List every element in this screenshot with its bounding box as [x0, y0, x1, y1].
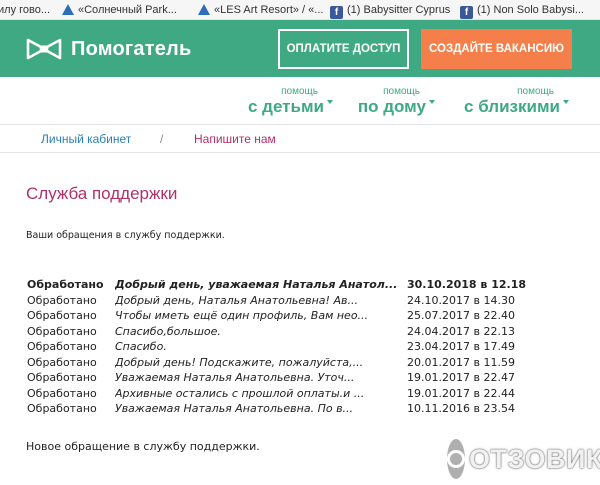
site-logo[interactable]: Помогатель [26, 37, 191, 61]
otzovik-watermark: ОТЗОВИК [447, 438, 600, 480]
breadcrumb: Личный кабинет / Напишите нам [0, 125, 600, 153]
bookmark-label: «Солнечный Park... [78, 4, 177, 16]
ticket-date: 30.10.2018 в 12.18 [407, 278, 527, 292]
bookmark-label: илу гово... [0, 4, 51, 16]
bow-tie-icon [26, 38, 62, 60]
nav-help-children[interactable]: помощь с детьми [247, 86, 333, 117]
facebook-icon: f [460, 6, 473, 19]
table-row[interactable]: Обработано Спасибо,большое. 24.04.2017 в… [27, 324, 547, 340]
chevron-down-icon [429, 100, 435, 104]
watermark-logo-icon [447, 439, 465, 479]
facebook-icon: f [330, 6, 343, 19]
ticket-subject-link[interactable]: Чтобы иметь ещё один профиль, Вам нео... [115, 308, 407, 324]
ticket-status: Обработано [27, 402, 97, 416]
table-row[interactable]: Обработано Уважаемая Наталья Анатольевна… [27, 370, 547, 386]
nav-big-label: по дому [357, 97, 426, 116]
table-row[interactable]: Обработано Чтобы иметь ещё один профиль,… [27, 308, 547, 324]
table-row[interactable]: Обработано Добрый день, уважаемая Наталь… [27, 277, 547, 293]
ticket-subject-link[interactable]: Архивные остались с прошлой оплаты.и ... [115, 386, 407, 402]
ticket-status: Обработано [27, 324, 97, 338]
nav-help-home[interactable]: помощь по дому [357, 86, 435, 117]
ticket-date: 19.01.2017 в 22.44 [407, 386, 515, 400]
table-row[interactable]: Обработано Добрый день, Наталья Анатолье… [27, 293, 547, 309]
ticket-subject-link[interactable]: Уважаемая Наталья Анатольевна. Уточ... [115, 370, 407, 386]
bookmark-item[interactable]: «Солнечный Park... [62, 3, 177, 17]
table-row[interactable]: Обработано Добрый день! Подскажите, пожа… [27, 355, 547, 371]
triangle-icon [198, 4, 210, 15]
ticket-subject-link[interactable]: Добрый день, уважаемая Наталья Анатол... [115, 277, 407, 293]
nav-big-label: с близкими [464, 97, 560, 116]
ticket-date: 23.04.2017 в 17.49 [407, 340, 515, 354]
breadcrumb-separator: / [160, 132, 164, 146]
ticket-subject-link[interactable]: Спасибо. [115, 339, 407, 355]
ticket-status: Обработано [27, 293, 97, 307]
bookmark-label: (1) Babysitter Cyprus [347, 4, 451, 16]
table-row[interactable]: Обработано Уважаемая Наталья Анатольевна… [27, 401, 547, 417]
ticket-date: 20.01.2017 в 11.59 [407, 355, 515, 369]
ticket-subject-link[interactable]: Спасибо,большое. [115, 324, 407, 340]
bookmark-item[interactable]: f (1) Babysitter Cyprus [330, 3, 451, 19]
ticket-subject-link[interactable]: Добрый день! Подскажите, пожалуйста,... [115, 355, 407, 371]
tickets-table: Обработано Добрый день, уважаемая Наталь… [27, 277, 547, 417]
ticket-status: Обработано [27, 355, 97, 369]
bookmark-label: «LES Art Resort» / «... [214, 4, 324, 16]
breadcrumb-cabinet-link[interactable]: Личный кабинет [41, 132, 131, 146]
logo-text: Помогатель [71, 37, 192, 60]
bookmarks-bar: илу гово... «Солнечный Park... «LES Art … [0, 0, 600, 20]
ticket-status: Обработано [27, 371, 97, 385]
ticket-status: Обработано [27, 340, 97, 354]
page-title: Служба поддержки [26, 184, 178, 203]
nav-small-label: помощь [517, 86, 554, 97]
chevron-down-icon [327, 100, 333, 104]
chevron-down-icon [563, 100, 569, 104]
ticket-date: 24.10.2017 в 14.30 [407, 293, 515, 307]
ticket-date: 25.07.2017 в 22.40 [407, 309, 515, 323]
page-subtitle: Ваши обращения в службу поддержки. [26, 230, 225, 241]
create-vacancy-button[interactable]: СОЗДАЙТЕ ВАКАНСИЮ [421, 29, 572, 69]
nav-big-label: с детьми [247, 97, 324, 116]
table-row[interactable]: Обработано Архивные остались с прошлой о… [27, 386, 547, 402]
nav-help-relatives[interactable]: помощь с близкими [464, 86, 569, 117]
breadcrumb-write-us[interactable]: Напишите нам [194, 132, 276, 146]
site-header: Помогатель ОПЛАТИТЕ ДОСТУП СОЗДАЙТЕ ВАКА… [0, 20, 600, 77]
help-nav: помощь с детьми помощь по дому помощь с … [0, 77, 600, 125]
ticket-date: 19.01.2017 в 22.47 [407, 371, 515, 385]
new-ticket-link[interactable]: Новое обращение в службу поддержки. [26, 440, 260, 453]
nav-small-label: помощь [383, 86, 420, 97]
table-row[interactable]: Обработано Спасибо. 23.04.2017 в 17.49 [27, 339, 547, 355]
ticket-status: Обработано [27, 309, 97, 323]
ticket-subject-link[interactable]: Добрый день, Наталья Анатольевна! Ав... [115, 293, 407, 309]
pay-access-button[interactable]: ОПЛАТИТЕ ДОСТУП [278, 29, 409, 69]
bookmark-item[interactable]: «LES Art Resort» / «... [198, 3, 323, 17]
ticket-status: Обработано [27, 278, 104, 292]
ticket-status: Обработано [27, 386, 97, 400]
nav-small-label: помощь [281, 86, 318, 97]
bookmark-label: (1) Non Solo Babysi... [477, 4, 584, 16]
ticket-date: 24.04.2017 в 22.13 [407, 324, 515, 338]
bookmark-item[interactable]: f (1) Non Solo Babysi... [460, 3, 584, 19]
watermark-text: ОТЗОВИК [469, 443, 600, 474]
ticket-subject-link[interactable]: Уважаемая Наталья Анатольевна. По в... [115, 401, 407, 417]
ticket-date: 10.11.2016 в 23.54 [407, 402, 515, 416]
triangle-icon [62, 4, 74, 15]
bookmark-item[interactable]: илу гово... [0, 3, 50, 17]
